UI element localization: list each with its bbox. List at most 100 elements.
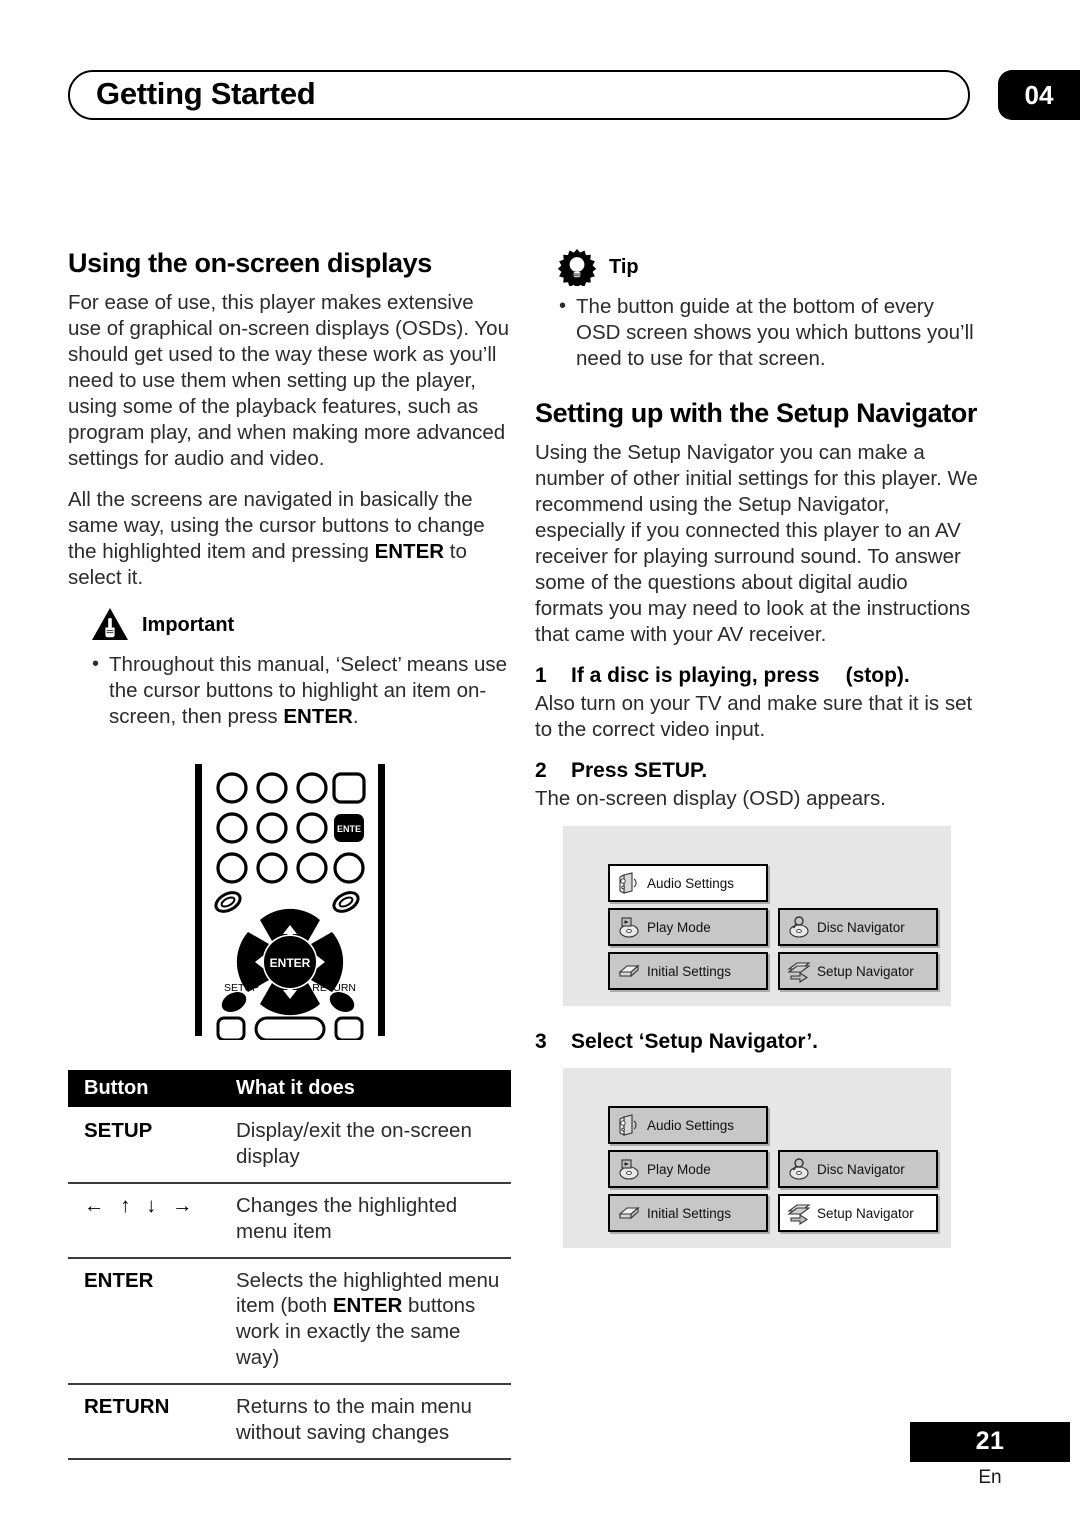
table-cell-cursor-arrows: ← ↑ ↓ →: [68, 1182, 218, 1259]
table-cell-desc-return: Returns to the main menu without saving …: [218, 1383, 511, 1460]
step-3-heading: 3 Select ‘Setup Navigator’.: [535, 1030, 978, 1054]
osd1-item-play-mode[interactable]: Play Mode: [608, 908, 768, 947]
table-cell-desc-cursor: Changes the highlighted menu item: [218, 1182, 511, 1259]
table-cell-desc-setup: Display/exit the on-screen display: [218, 1107, 511, 1184]
step-1-part2: (stop).: [845, 664, 910, 688]
important-enter-keyword: ENTER: [283, 705, 353, 729]
step-2-body: The on-screen display (OSD) appears.: [535, 787, 886, 811]
enter-keyword: ENTER: [374, 540, 445, 564]
osd1-item-initial-settings[interactable]: Initial Settings: [608, 952, 768, 991]
table-cell-button-enter: ENTER: [68, 1257, 218, 1385]
step-1-text: If a disc is playing, press (stop).: [571, 664, 978, 688]
osd2-item-audio-settings[interactable]: Audio Settings: [608, 1106, 768, 1145]
setup-label: SETUP: [224, 982, 259, 994]
page-footer: 21 En: [910, 1422, 1070, 1489]
disc-navigator-icon: [786, 914, 812, 940]
paragraph-setup-navigator-intro: Using the Setup Navigator you can make a…: [535, 440, 978, 647]
important-label: Important: [142, 613, 235, 636]
step-2-heading: 2 Press SETUP.: [535, 759, 978, 783]
osd2-item-initial-settings[interactable]: Initial Settings: [608, 1194, 768, 1233]
table-cell-button-setup: SETUP: [68, 1107, 218, 1184]
remote-bottom-keys: [216, 1016, 363, 1041]
table-cell-desc-enter: Selects the highlighted menu item (both …: [218, 1257, 511, 1385]
step-2-text: Press SETUP.: [571, 759, 708, 783]
important-notice: Important • Throughout this manual, ‘Sel…: [68, 606, 511, 730]
table-header-row: Button What it does: [68, 1070, 511, 1108]
osd2-label-disc-navigator: Disc Navigator: [817, 1161, 905, 1177]
step-1-number: 1: [535, 664, 547, 688]
important-bullet-part2: .: [352, 705, 359, 729]
remote-left-rail: [194, 764, 202, 1037]
table-header-what-it-does: What it does: [218, 1070, 511, 1108]
initial-settings-icon: [616, 958, 642, 984]
step-3-text: Select ‘Setup Navigator’.: [571, 1030, 819, 1054]
return-label: RETURN: [312, 982, 356, 994]
tip-bullet-text: The button guide at the bottom of every …: [576, 295, 974, 371]
language-code: En: [978, 1467, 1002, 1488]
section-heading-setup-navigator: Setting up with the Setup Navigator: [535, 398, 978, 429]
osd1-label-setup-navigator: Setup Navigator: [817, 963, 914, 979]
important-notice-header: Important: [68, 606, 511, 644]
initial-settings-icon: [616, 1200, 642, 1226]
osd2-label-initial-settings: Initial Settings: [647, 1205, 732, 1221]
remote-enter-key-label: ENTE: [336, 824, 360, 834]
osd2-item-play-mode[interactable]: Play Mode: [608, 1150, 768, 1189]
table-row: ENTER Selects the highlighted menu item …: [68, 1257, 511, 1385]
tip-label: Tip: [609, 255, 639, 278]
table-header-button: Button: [68, 1070, 218, 1108]
important-bullet: • Throughout this manual, ‘Select’ means…: [68, 652, 511, 730]
step-3-number: 3: [535, 1030, 547, 1054]
button-reference-table: Button What it does SETUP Display/exit t…: [68, 1070, 511, 1460]
osd-screenshot-2: Audio Settings Play Mode Disc Navigator …: [563, 1068, 951, 1249]
step-2-number: 2: [535, 759, 547, 783]
osd2-label-play-mode: Play Mode: [647, 1161, 711, 1177]
right-column: Tip • The button guide at the bottom of …: [535, 248, 978, 1249]
remote-control-illustration: ENTE ENTER SETUP RETURN: [68, 760, 511, 1041]
warning-triangle-icon: [90, 606, 130, 644]
speaker-icon: [616, 870, 642, 896]
osd1-item-audio-settings[interactable]: Audio Settings: [608, 864, 768, 903]
table-row: RETURN Returns to the main menu without …: [68, 1383, 511, 1460]
setup-navigator-icon: [786, 1200, 812, 1226]
bullet-dot-icon: •: [92, 653, 100, 676]
osd2-item-setup-navigator[interactable]: Setup Navigator: [778, 1194, 938, 1233]
step-1-part1: If a disc is playing, press: [571, 664, 820, 688]
osd1-label-audio-settings: Audio Settings: [647, 875, 735, 891]
step-1-body: Also turn on your TV and make sure that …: [535, 692, 973, 742]
osd1-item-setup-navigator[interactable]: Setup Navigator: [778, 952, 938, 991]
table-cell-button-return: RETURN: [68, 1383, 218, 1460]
osd2-item-disc-navigator[interactable]: Disc Navigator: [778, 1150, 938, 1189]
osd1-label-initial-settings: Initial Settings: [647, 963, 732, 979]
setup-navigator-icon: [786, 958, 812, 984]
speaker-icon: [616, 1112, 642, 1138]
page-number: 21: [910, 1422, 1070, 1462]
important-bullet-text: Throughout this manual, ‘Select’ means u…: [109, 652, 511, 730]
osd2-label-setup-navigator: Setup Navigator: [817, 1205, 914, 1221]
paragraph-navigation: All the screens are navigated in basical…: [68, 487, 511, 591]
desc-enter-keyword: ENTER: [332, 1294, 403, 1318]
remote-right-rail: [377, 764, 385, 1037]
lightbulb-burst-icon: [557, 248, 597, 289]
tip-bullet: • The button guide at the bottom of ever…: [535, 294, 978, 372]
osd1-label-disc-navigator: Disc Navigator: [817, 919, 905, 935]
play-mode-icon: [616, 914, 642, 940]
step-1-heading: 1 If a disc is playing, press (stop).: [535, 664, 978, 688]
paragraph-osd-intro: For ease of use, this player makes exten…: [68, 290, 509, 471]
osd-screenshot-1: Audio Settings Play Mode Disc Navigator …: [563, 826, 951, 1007]
page-header: Getting Started 04: [0, 70, 1080, 128]
disc-navigator-icon: [786, 1156, 812, 1182]
tip-notice-header: Tip: [535, 248, 978, 289]
osd2-label-audio-settings: Audio Settings: [647, 1117, 735, 1133]
tip-notice: Tip • The button guide at the bottom of …: [535, 248, 978, 372]
table-row: SETUP Display/exit the on-screen display: [68, 1107, 511, 1184]
osd1-item-disc-navigator[interactable]: Disc Navigator: [778, 908, 938, 947]
page-title: Getting Started: [96, 76, 316, 111]
bullet-dot-icon: •: [559, 295, 567, 317]
remote-control-svg: ENTE ENTER SETUP RETURN: [194, 764, 385, 1041]
dpad-center-enter-label: ENTER: [269, 956, 310, 970]
table-row: ← ↑ ↓ → Changes the highlighted menu ite…: [68, 1182, 511, 1259]
left-column: Using the on-screen displays For ease of…: [68, 248, 511, 1460]
chapter-number-tab: 04: [998, 70, 1080, 120]
play-mode-icon: [616, 1156, 642, 1182]
section-heading-on-screen-displays: Using the on-screen displays: [68, 248, 432, 278]
